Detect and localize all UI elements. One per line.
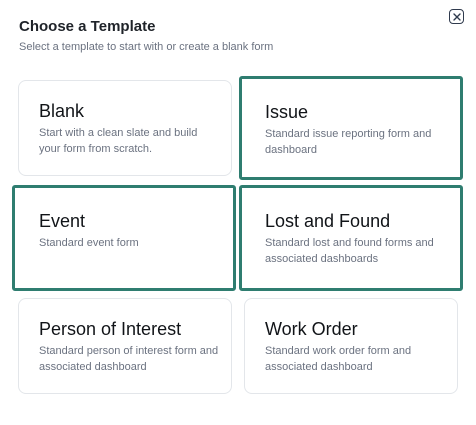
template-card-description: Standard person of interest form and ass… [39,345,219,373]
template-card-person-of-interest[interactable]: Person of Interest Standard person of in… [18,298,232,394]
template-card-event[interactable]: Event Standard event form [12,185,236,291]
template-card-description: Standard lost and found forms and associ… [265,237,434,265]
template-card-title: Work Order [265,319,358,339]
template-card-title: Issue [265,102,309,122]
template-card-description: Standard issue reporting form and dashbo… [265,128,432,156]
template-card-title: Event [39,211,86,231]
template-card-work-order[interactable]: Work Order Standard work order form and … [244,298,458,394]
close-button[interactable] [449,9,464,24]
template-card-description: Start with a clean slate and build your … [39,127,198,155]
template-card-description: Standard event form [39,237,139,249]
template-card-description: Standard work order form and associated … [265,345,412,373]
close-icon [452,12,461,21]
dialog-title: Choose a Template [19,18,156,35]
dialog-subtitle: Select a template to start with or creat… [19,41,274,53]
dialog-header: Choose a Template Select a template to s… [19,18,419,54]
template-card-title: Blank [39,101,85,121]
template-card-title: Person of Interest [39,319,182,339]
template-card-lost-and-found[interactable]: Lost and Found Standard lost and found f… [239,185,463,291]
template-card-issue[interactable]: Issue Standard issue reporting form and … [239,76,463,180]
template-card-blank[interactable]: Blank Start with a clean slate and build… [18,80,232,176]
template-card-title: Lost and Found [265,211,391,231]
